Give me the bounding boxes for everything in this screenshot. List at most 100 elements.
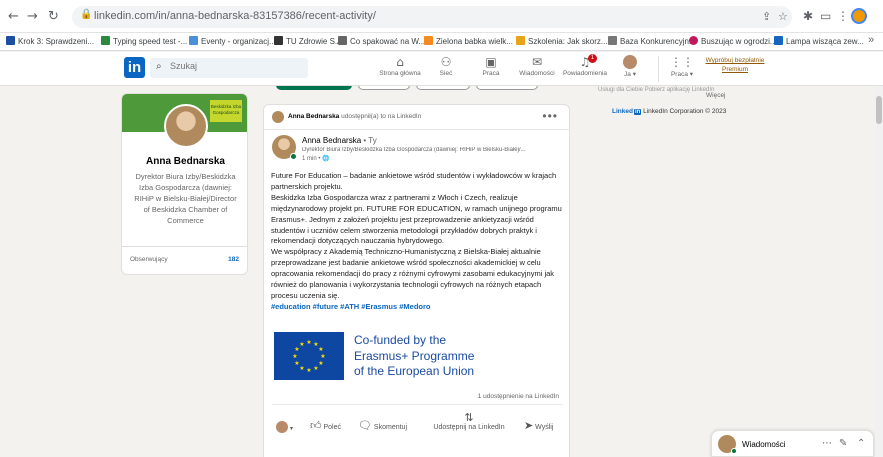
author-title: Dyrektor Biura Izby/Beskidzka Izba Gospo…	[302, 147, 526, 153]
eu-flag-icon: ★ ★ ★ ★ ★ ★ ★ ★ ★ ★ ★ ★	[274, 332, 344, 380]
banner-logo: Beskidzka Izba Gospodarcza	[210, 100, 242, 122]
comment-label: Skomentuj	[373, 424, 407, 431]
nav-jobs[interactable]: ▣ Praca	[467, 54, 515, 77]
reshare-suffix: udostępnił(a) to na LinkedIn	[339, 113, 422, 120]
avatar[interactable]	[272, 111, 284, 123]
premium-link[interactable]: Wypróbuj bezpłatnie Premium	[700, 56, 770, 74]
linkedin-footer: Linked in LinkedIn Corporation © 2023	[612, 108, 726, 115]
nav-label: Wiadomości	[519, 70, 555, 77]
nav-home[interactable]: ⌂ Strona główna	[376, 54, 424, 77]
bookmark-favicon-icon	[338, 36, 347, 45]
nav-network[interactable]: ⚇ Sieć	[422, 54, 470, 77]
followers-label[interactable]: Obserwujący	[130, 256, 168, 263]
post-paragraph: We współpracy z Akademią Techniczno-Huma…	[271, 247, 555, 300]
bookmark-item[interactable]: Krok 3: Sprawdzeni...	[6, 36, 94, 46]
like-button[interactable]: 👍︎ Poleć	[310, 419, 341, 432]
bookmarks-bar: Krok 3: Sprawdzeni... Typing speed test …	[0, 33, 883, 51]
briefcase-icon: ▣	[485, 55, 497, 69]
like-label: Poleć	[323, 424, 341, 431]
bookmark-item[interactable]: TU Zdrowie S.A.	[274, 36, 345, 46]
bookmark-item[interactable]: Typing speed test -...	[101, 36, 187, 46]
nav-me[interactable]: Ja ▾	[606, 54, 654, 78]
nav-label: Strona główna	[379, 70, 421, 77]
sidepanel-icon[interactable]: ▭	[820, 9, 831, 23]
profile-photo[interactable]	[164, 104, 208, 148]
erasmus-banner-image[interactable]: ★ ★ ★ ★ ★ ★ ★ ★ ★ ★ ★ ★ Co-funded by the Erasmus…	[272, 331, 492, 383]
share-icon[interactable]: ⇪	[762, 10, 771, 23]
repost-button[interactable]: ⇅ Udostępnij na LinkedIn	[427, 411, 511, 431]
star-icon[interactable]: ☆	[778, 10, 788, 23]
post-hashtags[interactable]: #education #future #ATH #Erasmus #Medoro	[271, 302, 566, 313]
filter-pill[interactable]	[476, 86, 538, 90]
bookmark-label: Eventy - organizacj...	[201, 37, 276, 46]
filter-pill[interactable]	[416, 86, 470, 90]
activity-filter-strip	[270, 86, 570, 90]
url-text[interactable]: linkedin.com/in/anna-bednarska-83157386/…	[94, 10, 376, 22]
bookmark-item[interactable]: Baza Konkurencyjn...	[608, 36, 696, 46]
bookmark-item[interactable]: Eventy - organizacj...	[189, 36, 276, 46]
scrollbar-thumb[interactable]	[876, 96, 882, 124]
svg-text:★: ★	[306, 339, 311, 346]
more-options-icon[interactable]: ⋯	[822, 438, 832, 449]
bookmark-label: Typing speed test -...	[113, 37, 188, 46]
more-link[interactable]: Więcej	[706, 92, 726, 99]
avatar	[276, 421, 288, 433]
author-name[interactable]: Anna Bednarska • Ty	[302, 136, 377, 145]
more-options-icon[interactable]: •••	[542, 109, 558, 123]
bookmark-item[interactable]: Buszując w ogrodzi...	[689, 36, 777, 46]
svg-text:★: ★	[306, 367, 311, 374]
network-icon: ⚇	[440, 55, 452, 69]
followers-count[interactable]: 182	[228, 256, 239, 263]
linkedin-header: in ⌕ ⌂ Strona główna ⚇ Sieć ▣ Praca ✉ Wi…	[0, 52, 883, 86]
nav-notifications[interactable]: ♫ 1 Powiadomienia	[561, 54, 609, 77]
svg-text:★: ★	[299, 341, 304, 348]
post-body: Future For Education – badanie ankietowe…	[271, 171, 566, 313]
messaging-label[interactable]: Wiadomości	[742, 440, 786, 449]
comment-button[interactable]: 🗨︎ Skomentuj	[358, 419, 407, 432]
bookmark-item[interactable]: Lampa wisząca zew...	[774, 36, 864, 46]
share-count[interactable]: 1 udostępnienie na LinkedIn	[478, 393, 559, 400]
search-box[interactable]: ⌕	[150, 58, 308, 78]
bookmark-item[interactable]: Co spakować na W...	[338, 36, 425, 46]
search-input[interactable]	[170, 61, 300, 71]
reaction-avatar-selector[interactable]: ▾	[276, 421, 293, 433]
filter-pill[interactable]	[276, 86, 352, 90]
bookmark-item[interactable]: Szkolenia: Jak skorz...	[516, 36, 608, 46]
nav-label: Powiadomienia	[562, 70, 608, 77]
nav-work[interactable]: ⋮⋮ Praca ▾	[658, 54, 706, 78]
post-card: Anna Bednarska udostępnił(a) to na Linke…	[263, 104, 570, 457]
grid-icon: ⋮⋮	[670, 55, 694, 69]
svg-text:★: ★	[318, 360, 323, 367]
filter-pill[interactable]	[358, 86, 410, 90]
profile-icon[interactable]	[851, 8, 867, 24]
bookmark-label: TU Zdrowie S.A.	[286, 37, 345, 46]
bookmark-item[interactable]: Zielona babka wielk...	[424, 36, 513, 46]
footer-copyright: LinkedIn Corporation © 2023	[641, 108, 727, 115]
right-ghost-links[interactable]: Usługi dla Ciebie Pobierz aplikację Link…	[598, 87, 758, 93]
nav-label: Sieć	[439, 70, 453, 77]
compose-icon[interactable]: ✎	[839, 438, 847, 449]
svg-text:★: ★	[320, 353, 325, 360]
extensions-icon[interactable]: ✱	[803, 9, 813, 23]
reshare-name[interactable]: Anna Bednarska	[288, 113, 339, 120]
chevron-more-icon[interactable]: »	[868, 34, 874, 46]
reload-icon[interactable]: ↻	[48, 9, 59, 24]
bookmark-label: Buszując w ogrodzi...	[701, 37, 777, 46]
erasmus-line1: Co-funded by the	[354, 333, 447, 347]
send-button[interactable]: ➤ Wyślij	[524, 419, 553, 432]
profile-name[interactable]: Anna Bednarska	[122, 156, 247, 167]
svg-text:★: ★	[318, 346, 323, 353]
bookmark-label: Baza Konkurencyjn...	[620, 37, 696, 46]
page-scrollbar[interactable]	[875, 86, 883, 457]
messaging-bar[interactable]: Wiadomości ⋯ ✎ ⌃	[711, 430, 874, 457]
menu-icon[interactable]: ⋮	[837, 9, 849, 23]
svg-text:★: ★	[292, 353, 297, 360]
online-status-icon	[290, 153, 297, 160]
bookmark-label: Szkolenia: Jak skorz...	[528, 37, 608, 46]
nav-messaging[interactable]: ✉ Wiadomości	[513, 54, 561, 77]
forward-icon[interactable]: →	[27, 9, 38, 24]
back-icon[interactable]: ←	[8, 9, 19, 24]
address-bar[interactable]: 🔒 linkedin.com/in/anna-bednarska-8315738…	[72, 6, 792, 28]
linkedin-logo[interactable]: in	[124, 57, 145, 78]
chevron-up-icon[interactable]: ⌃	[857, 438, 865, 449]
